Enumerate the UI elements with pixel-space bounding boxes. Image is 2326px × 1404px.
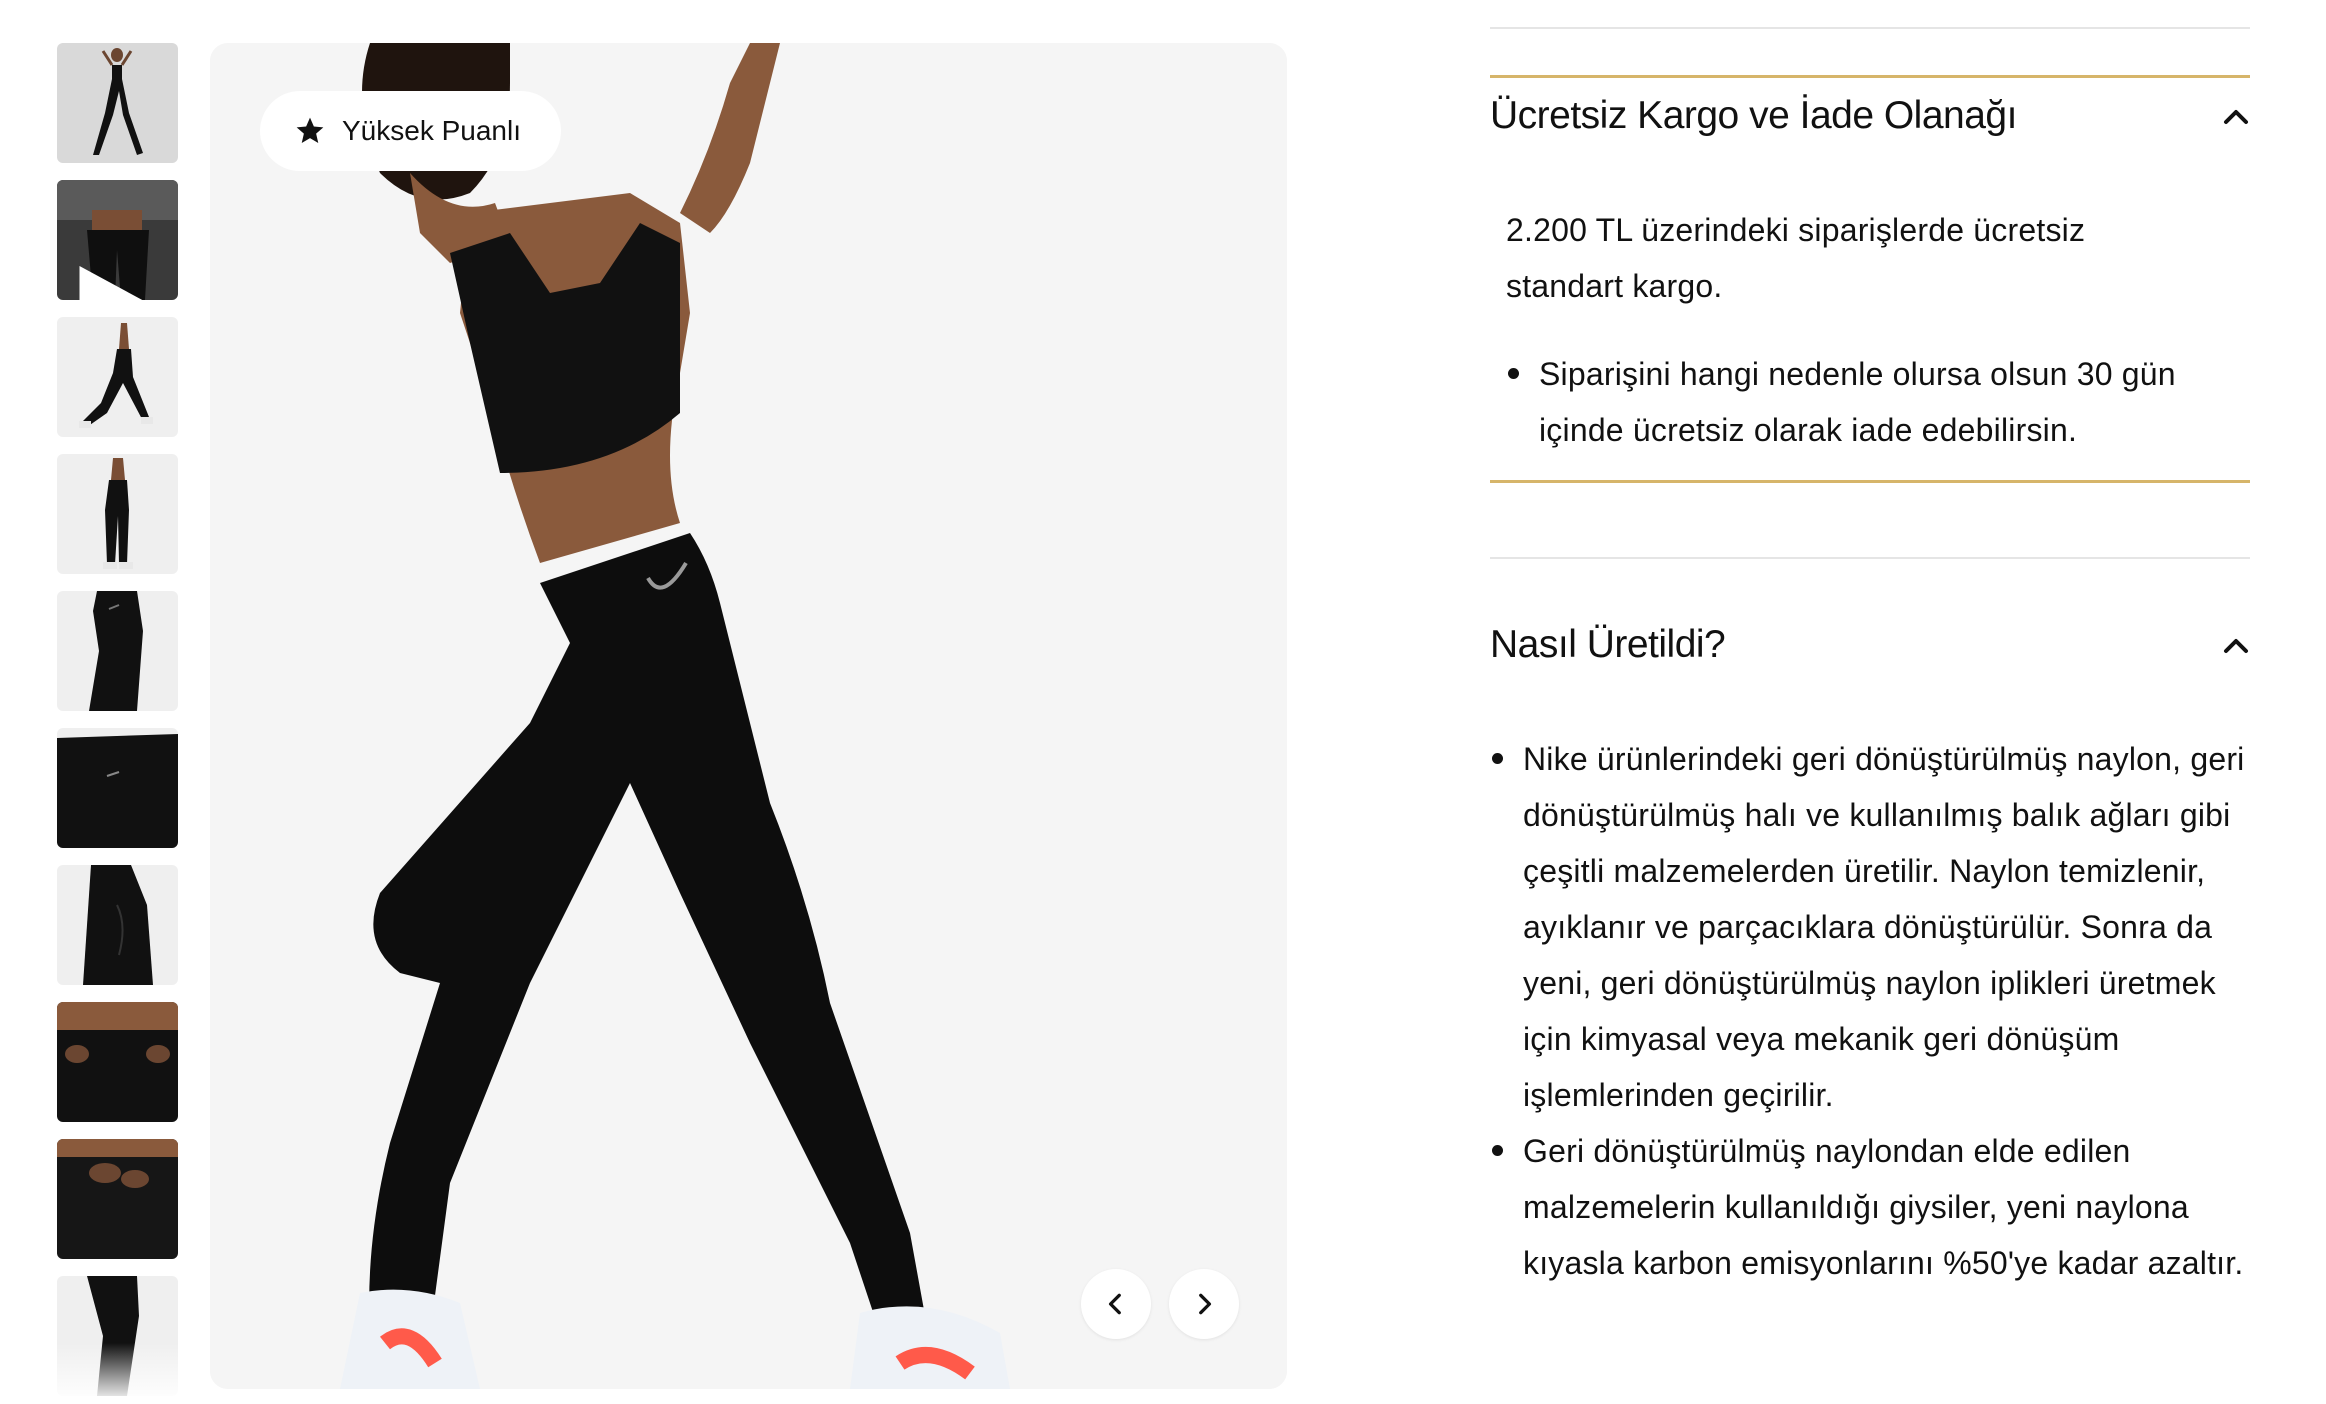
shipping-accordion-title: Ücretsiz Kargo ve İade Olanağı [1490,94,2017,137]
previous-image-button[interactable] [1081,1269,1151,1339]
next-image-button[interactable] [1169,1269,1239,1339]
product-details-panel: Ücretsiz Kargo ve İade Olanağı 2.200 TL … [1490,0,2250,1404]
thumbnail-image [57,728,178,848]
chevron-right-icon [1199,1293,1212,1315]
thumbnail-image [57,454,178,574]
list-item: Geri dönüştürülmüş naylondan elde edilen… [1490,1123,2250,1291]
thumbnail-image [57,1139,178,1259]
thumbnail-3[interactable] [57,317,178,437]
play-icon [79,266,143,300]
divider [1490,557,2250,559]
chevron-up-icon [2224,639,2248,653]
thumbnail-image [57,865,178,985]
thumbnail-image [57,1276,178,1396]
thumbnail-image [57,317,178,437]
chevron-left-icon [1108,1293,1121,1315]
thumbnail-5[interactable] [57,591,178,711]
thumbnail-4[interactable] [57,454,178,574]
list-item: Nike ürünlerindeki geri dönüştürülmüş na… [1490,731,2250,1123]
star-icon [296,117,324,143]
product-hero-image: Yüksek Puanlı [210,43,1287,1389]
top-rated-badge: Yüksek Puanlı [260,91,561,171]
thumbnail-image [57,1002,178,1122]
made-bullet-list: Nike ürünlerindeki geri dönüştürülmüş na… [1490,731,2250,1291]
chevron-up-icon [2224,110,2248,124]
thumbnail-2-video[interactable] [57,180,178,300]
thumbnail-1[interactable] [57,43,178,163]
shipping-accordion-header[interactable]: Ücretsiz Kargo ve İade Olanağı [1490,88,2250,144]
made-accordion-title: Nasıl Üretildi? [1490,623,1726,666]
shipping-bullet-list: Siparişini hangi nedenle olursa olsun 30… [1506,346,2226,458]
thumbnail-7[interactable] [57,865,178,985]
thumbnail-6[interactable] [57,728,178,848]
thumbnail-9[interactable] [57,1139,178,1259]
thumbnail-strip [57,43,179,1403]
badge-label: Yüksek Puanlı [342,115,521,146]
model-photo [210,43,1287,1389]
made-accordion-header[interactable]: Nasıl Üretildi? [1490,617,2250,673]
thumbnail-image [57,591,178,711]
thumbnail-8[interactable] [57,1002,178,1122]
divider [1490,27,2250,29]
thumbnail-image [57,43,178,163]
shipping-intro: 2.200 TL üzerindeki siparişlerde ücretsi… [1506,212,2086,304]
list-item: Siparişini hangi nedenle olursa olsun 30… [1506,346,2226,458]
thumbnail-10[interactable] [57,1276,178,1396]
